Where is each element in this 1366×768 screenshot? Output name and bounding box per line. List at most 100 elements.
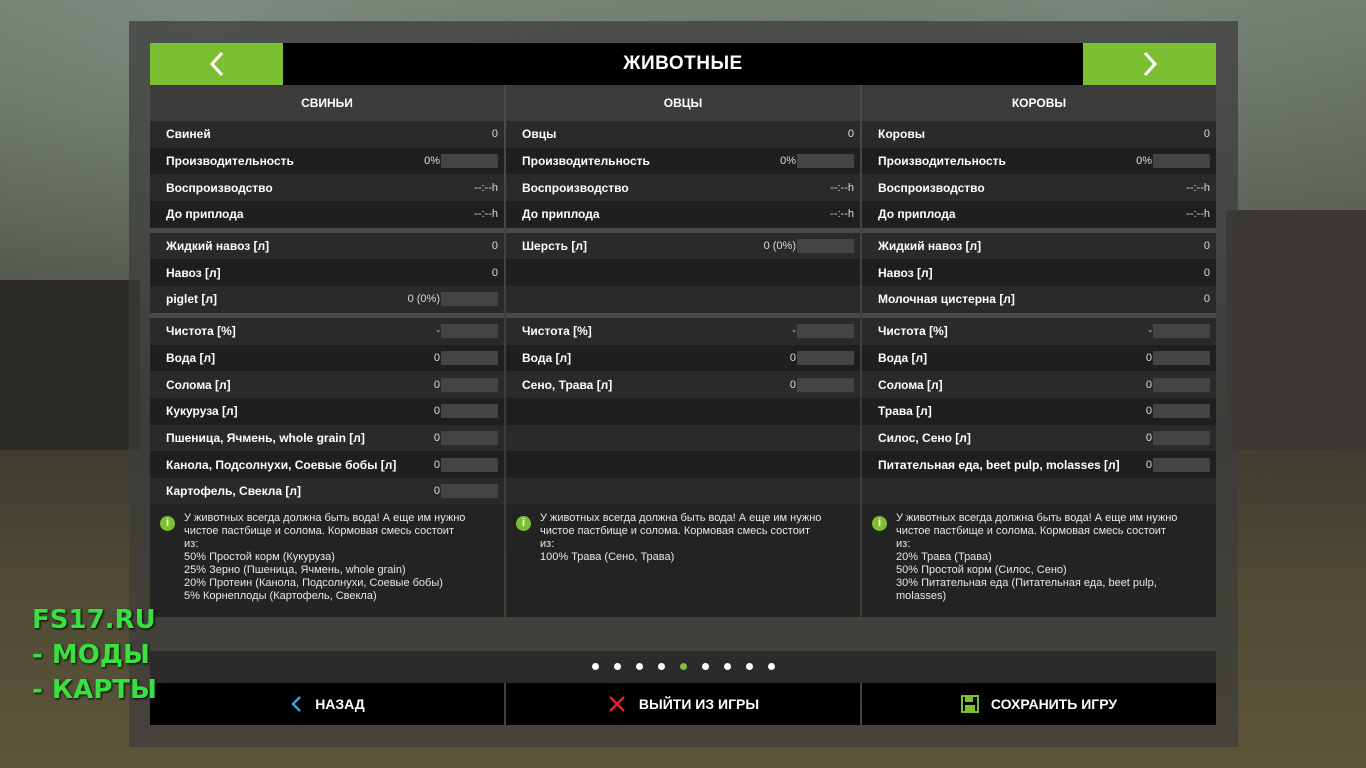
stat-row: Питательная еда, beet pulp, molasses [л]… [862,451,1216,478]
stat-progress-bar [797,324,854,339]
prev-page-button[interactable] [150,43,283,85]
stat-row: Вода [л] 0 [150,344,504,372]
watermark-line: FS17.RU [32,605,156,635]
stat-progress-bar [1153,404,1210,419]
stat-value: 0 [1145,458,1152,471]
save-disk-icon [960,695,979,713]
stat-label: Вода [л] [878,350,928,365]
stat-row: Вода [л] 0 [506,344,860,372]
page-dot[interactable] [701,662,709,670]
site-watermark: FS17.RU - МОДЫ - КАРТЫ [32,603,157,708]
stat-row: Навоз [л] 0 [862,259,1216,287]
stat-row [506,286,860,313]
page-dot[interactable] [679,662,687,670]
stat-label: Вода [л] [166,350,216,365]
page-dot[interactable] [745,662,753,670]
stat-value: 0% [424,155,440,168]
background-barn-left [0,280,140,450]
page-dot[interactable] [657,662,665,670]
stat-progress-bar [797,377,854,392]
stat-value: 0% [780,155,796,168]
stat-value: 0 [1145,405,1152,418]
page-dot[interactable] [635,662,643,670]
stat-label: Питательная еда, beet pulp, molasses [л] [878,457,1120,472]
stat-value: 0 [491,128,498,141]
column-header: КОРОВЫ [862,85,1216,121]
stat-row: Шерсть [л] 0 (0%) [506,232,860,260]
stat-row: Овцы 0 [506,121,860,148]
stat-value: --:--h [1186,208,1210,221]
stat-value: 0% [1136,155,1152,168]
save-game-button[interactable]: СОХРАНИТЬ ИГРУ [862,683,1216,725]
column-pigs: СВИНЬИ Свиней 0 Производительность 0% Воспрои… [150,85,504,617]
stat-value: --:--h [830,208,854,221]
stat-value: - [436,325,440,338]
stat-label: Воспроизводство [878,180,985,195]
stat-label: Производительность [522,154,650,169]
stat-label: Жидкий навоз [л] [166,239,270,254]
stat-value: 0 (0%) [407,293,440,306]
column-sheep: ОВЦЫ Овцы 0 Производительность 0% Воспроизвод… [506,85,860,617]
column-header: СВИНЬИ [150,85,504,121]
stat-progress-bar [1153,377,1210,392]
stat-label: Сено, Трава [л] [522,377,613,392]
page-title: ЖИВОТНЫЕ [623,53,743,74]
stat-label: Трава [л] [878,404,932,419]
stat-row: Производительность 0% [862,147,1216,175]
page-dot[interactable] [613,662,621,670]
stat-label: Картофель, Свекла [л] [166,484,302,499]
page-dot[interactable] [723,662,731,670]
stat-label: Чистота [%] [522,324,592,339]
stat-row [506,424,860,452]
next-page-button[interactable] [1083,43,1216,85]
stat-label: Чистота [%] [166,324,236,339]
stat-value: --:--h [474,208,498,221]
stat-row: Трава [л] 0 [862,397,1216,425]
stat-label: Воспроизводство [522,180,629,195]
stat-row [506,451,860,478]
stat-row: Воспроизводство --:--h [862,174,1216,202]
stat-label: Солома [л] [878,377,943,392]
stat-value: 0 [1145,378,1152,391]
stat-label: Жидкий навоз [л] [878,239,982,254]
stat-progress-bar [441,430,498,445]
stat-label: Солома [л] [166,377,231,392]
stat-value: 0 [491,240,498,253]
page-dot[interactable] [591,662,599,670]
stat-row: Вода [л] 0 [862,344,1216,372]
stat-label: Производительность [878,154,1006,169]
page-dot[interactable] [767,662,775,670]
stat-value: --:--h [1186,181,1210,194]
stat-value: - [792,325,796,338]
stat-label: Воспроизводство [166,180,273,195]
stat-row: Чистота [%] - [150,317,504,345]
stat-progress-bar [441,404,498,419]
stat-row [862,477,1216,505]
stat-label: Производительность [166,154,294,169]
stat-value: 0 [1203,293,1210,306]
stat-value: 0 [1203,240,1210,253]
stat-row: Воспроизводство --:--h [506,174,860,202]
quit-game-button[interactable]: ВЫЙТИ ИЗ ИГРЫ [506,683,860,725]
stat-progress-bar [1153,457,1210,472]
stat-label: piglet [л] [166,292,217,307]
stat-label: Кукуруза [л] [166,404,238,419]
stat-progress-bar [1153,154,1210,169]
stat-row: Воспроизводство --:--h [150,174,504,202]
feeding-info-text: У животных всегда должна быть вода! А ещ… [184,512,466,602]
stat-row: До приплода --:--h [506,201,860,228]
page-indicator [150,658,1216,674]
stat-row [506,477,860,505]
stat-row [506,259,860,287]
back-arrow-icon [291,696,302,712]
stat-progress-bar [441,154,498,169]
stat-value: 0 [433,431,440,444]
stat-row: Производительность 0% [150,147,504,175]
stat-progress-bar [1153,324,1210,339]
chevron-left-icon [209,51,223,77]
stat-value: 0 [1145,431,1152,444]
stat-value: 0 [789,351,796,364]
back-button[interactable]: НАЗАД [150,683,504,725]
stat-value: 0 [491,266,498,279]
stat-row: Чистота [%] - [862,317,1216,345]
